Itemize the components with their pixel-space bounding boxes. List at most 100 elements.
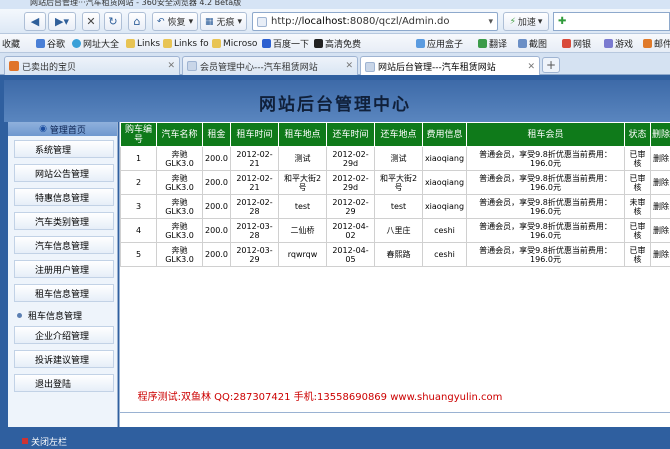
table-cell: 2012-04-02 [326,218,375,243]
bookmark-item[interactable]: 邮件 [643,37,670,50]
close-icon[interactable]: ✕ [167,61,175,71]
table-cell: 普通会员，享受9.8折优惠当前费用：196.0元 [466,218,625,243]
table-cell: 2012-02-28 [230,194,279,219]
bookmark-item[interactable]: 高清免费 [314,37,361,50]
bookmark-item[interactable]: Links [126,37,160,50]
sidebar-item-system[interactable]: 系统管理 [14,140,114,158]
stop-button[interactable]: ✕ [82,12,100,31]
tab-admin[interactable]: 网站后台管理---汽车租赁网站 ✕ [360,56,540,76]
column-header: 状态 [624,122,651,147]
table-cell: 200.0 [202,218,231,243]
sidebar-header[interactable]: ◉ 管理首页 [8,122,117,136]
new-tab-button[interactable]: + [542,57,560,73]
sidebar-item-rental-info-active[interactable]: 租车信息管理 [14,306,114,324]
refresh-button[interactable]: ↻ [104,12,122,31]
accelerate-button[interactable]: ⚡ 加速 ▾ [503,12,549,31]
table-cell: 普通会员，享受9.8折优惠当前费用：196.0元 [466,242,625,267]
close-icon[interactable]: ✕ [527,62,535,72]
chevron-down-icon: ▾ [537,16,543,27]
bookmark-item[interactable]: 截图 [518,37,547,50]
sidebar-item-specials[interactable]: 特惠信息管理 [14,188,114,206]
page-icon [365,61,375,72]
table-cell: test [374,194,423,219]
delete-link[interactable]: 删除 [650,194,670,219]
column-header: 租车会员 [466,122,625,147]
bookmark-item[interactable]: 游戏 [604,37,633,50]
delete-link[interactable]: 删除 [650,170,670,195]
bookmark-item[interactable]: 百度一下 [262,37,309,50]
lightning-icon: ⚡ [509,16,516,27]
table-cell: 200.0 [202,194,231,219]
bookmark-item[interactable]: 网银 [562,37,591,50]
bookmark-item[interactable]: 谷歌 [36,37,65,50]
table-cell: 200.0 [202,170,231,195]
close-icon[interactable]: ✕ [345,61,353,71]
folder-icon [126,39,135,48]
table-cell: rqwrqw [278,242,327,267]
bullet-icon [17,312,22,318]
table-cell: xiaoqiang [422,194,467,219]
table-cell: 2012-02-21 [230,146,279,171]
chevron-down-icon: ▾ [188,16,194,27]
page-icon [257,16,267,27]
bookmark-item[interactable]: 应用盒子 [416,37,463,50]
table-cell: 200.0 [202,146,231,171]
sidebar-item-notices[interactable]: 网站公告管理 [14,164,114,182]
refresh-icon: ↻ [108,15,118,28]
window-title: 网站后台管理···汽车租赁网站 - 360安全浏览器 4.2 Beta版 [30,0,242,7]
globe-icon [72,39,81,48]
sidebar-item-rental-info[interactable]: 租车信息管理 [14,284,114,302]
sidebar-item-users[interactable]: 注册用户管理 [14,260,114,278]
bookmark-item[interactable]: 网址大全 [72,37,119,50]
sidebar-item-car-category[interactable]: 汽车类别管理 [14,212,114,230]
table-cell: 普通会员，享受9.8折优惠当前费用：196.0元 [466,146,625,171]
table-cell: 5 [120,242,157,267]
table-cell: 1 [120,146,157,171]
table-cell: 二仙桥 [278,218,327,243]
column-header: 还车时间 [326,122,375,147]
table-cell: 普通会员，享受9.8折优惠当前费用：196.0元 [466,170,625,195]
chevron-down-icon[interactable]: ▾ [488,17,493,27]
restore-label: 恢复 [167,18,186,28]
bookmark-item[interactable]: 收藏 [2,37,20,50]
sidebar-item-complaints[interactable]: 投诉建议管理 [14,350,114,368]
folder-icon [212,39,221,48]
column-header: 购车编号 [120,122,157,147]
table-cell: 2 [120,170,157,195]
close-icon: ✕ [86,15,96,28]
table-cell: 测试 [278,146,327,171]
restore-button[interactable]: ↶ 恢复 ▾ [152,12,199,31]
sidebar-item-logout[interactable]: 退出登陆 [14,374,114,392]
delete-link[interactable]: 删除 [650,218,670,243]
no-trace-button[interactable]: ▦ 无痕 ▾ [200,12,248,31]
table-cell: xiaoqiang [422,170,467,195]
bookmark-item[interactable]: 翻译 [478,37,507,50]
bookmark-item[interactable]: Links fo [163,37,209,50]
table-cell: ceshi [422,242,467,267]
table-cell: 测试 [374,146,423,171]
search-input[interactable]: ✚ [553,12,670,31]
column-header: 租金 [202,122,231,147]
delete-link[interactable]: 删除 [650,146,670,171]
close-sidebar-link[interactable]: 关闭左栏 [31,435,67,448]
window-titlebar: 网站后台管理···汽车租赁网站 - 360安全浏览器 4.2 Beta版 [0,0,670,9]
close-icon [22,438,28,444]
apps-icon [416,39,425,48]
table-cell: 已审核 [624,146,651,171]
sidebar-item-car-info[interactable]: 汽车信息管理 [14,236,114,254]
address-bar[interactable]: http://localhost:8080/qczl/Admin.do ▾ [252,12,498,31]
sidebar-item-company[interactable]: 企业介绍管理 [14,326,114,344]
delete-link[interactable]: 删除 [650,242,670,267]
forward-button[interactable]: ▶▾ [48,12,76,31]
table-cell: 奔驰 GLK3.0 [156,194,203,219]
back-button[interactable]: ◀ [24,12,46,31]
table-cell: 奔驰 GLK3.0 [156,170,203,195]
table-cell: 和平大街2号 [278,170,327,195]
tab-sold-items[interactable]: 已卖出的宝贝 ✕ [4,56,180,75]
home-button[interactable]: ⌂ [128,12,146,31]
close-sidebar-bar[interactable]: 关闭左栏 [0,433,670,449]
tab-member-center[interactable]: 会员管理中心---汽车租赁网站 ✕ [182,56,358,75]
table-cell: 奔驰 GLK3.0 [156,242,203,267]
table-cell: 已审核 [624,170,651,195]
bookmark-item[interactable]: Microso [212,37,257,50]
